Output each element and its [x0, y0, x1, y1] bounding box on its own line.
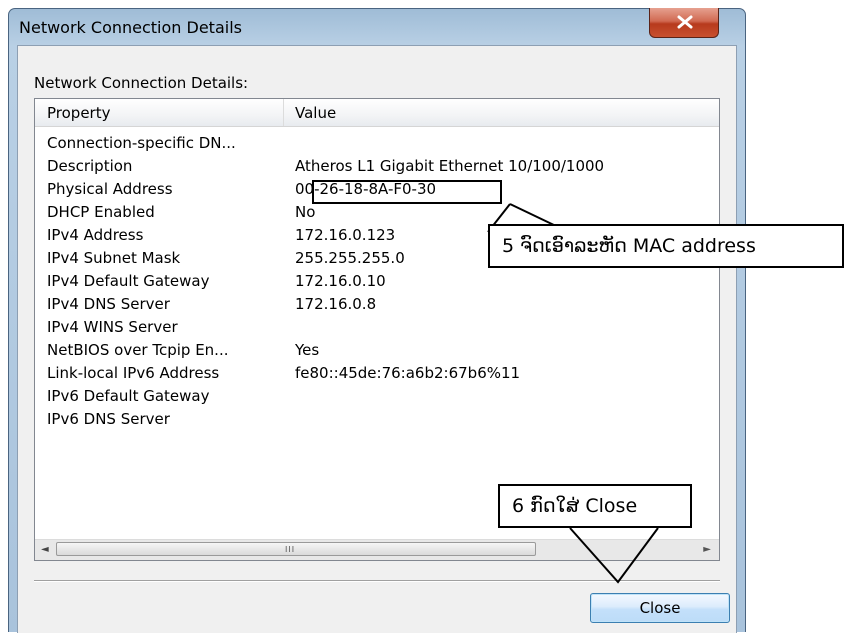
close-icon [677, 15, 693, 29]
close-button[interactable]: Close [590, 593, 730, 623]
property-cell: IPv4 WINS Server [47, 318, 178, 336]
property-cell: Connection-specific DN... [47, 134, 236, 152]
value-cell: Yes [295, 341, 320, 359]
list-header: Property Value [35, 99, 719, 127]
property-cell: DHCP Enabled [47, 203, 155, 221]
separator [34, 580, 720, 582]
list-item[interactable]: Description Atheros L1 Gigabit Ethernet 1… [35, 155, 719, 178]
list-item[interactable]: IPv6 DNS Server [35, 408, 719, 431]
list-item[interactable]: IPv4 DNS Server 172.16.0.8 [35, 293, 719, 316]
scroll-right-icon[interactable]: ► [703, 544, 711, 555]
dialog-body: Network Connection Details: Property Val… [17, 45, 737, 633]
property-cell: IPv4 Default Gateway [47, 272, 210, 290]
mac-highlight-box [312, 180, 502, 204]
value-cell: No [295, 203, 316, 221]
list-item[interactable]: IPv6 Default Gateway [35, 385, 719, 408]
property-cell: IPv4 DNS Server [47, 295, 170, 313]
value-cell: 172.16.0.10 [295, 272, 386, 290]
list-item[interactable]: DHCP Enabled No [35, 201, 719, 224]
annotation-step6: 6 ກົດໃສ່ Close [498, 484, 692, 528]
list-rows: Connection-specific DN... Description Athe… [35, 132, 719, 431]
window-close-button[interactable] [649, 8, 719, 38]
list-item[interactable]: IPv4 WINS Server [35, 316, 719, 339]
scroll-grip-icon: III [285, 545, 296, 554]
scroll-left-icon[interactable]: ◄ [41, 544, 49, 555]
list-item[interactable]: NetBIOS over Tcpip En... Yes [35, 339, 719, 362]
value-cell: 172.16.0.8 [295, 295, 377, 313]
scroll-thumb[interactable]: III [56, 542, 536, 556]
property-cell: Description [47, 157, 133, 175]
property-cell: IPv6 Default Gateway [47, 387, 210, 405]
column-header-property[interactable]: Property [35, 99, 284, 126]
horizontal-scrollbar[interactable]: ◄ III ► [35, 539, 719, 560]
annotation-step5: 5 ຈົດເອົາລະຫັດ MAC address [488, 224, 844, 268]
value-cell: fe80::45de:76:a6b2:67b6%11 [295, 364, 521, 382]
property-cell: IPv6 DNS Server [47, 410, 170, 428]
value-cell: Atheros L1 Gigabit Ethernet 10/100/1000 [295, 157, 605, 175]
property-cell: NetBIOS over Tcpip En... [47, 341, 229, 359]
list-item[interactable]: IPv4 Default Gateway 172.16.0.10 [35, 270, 719, 293]
column-header-value[interactable]: Value [284, 99, 719, 126]
window-title: Network Connection Details [19, 18, 242, 37]
property-cell: IPv4 Address [47, 226, 144, 244]
list-item[interactable]: Link-local IPv6 Address fe80::45de:76:a6b… [35, 362, 719, 385]
title-bar[interactable]: Network Connection Details [9, 9, 745, 45]
property-cell: Physical Address [47, 180, 173, 198]
dialog-window: Network Connection Details Network Conne… [8, 8, 746, 633]
property-cell: IPv4 Subnet Mask [47, 249, 181, 267]
list-item[interactable]: Connection-specific DN... [35, 132, 719, 155]
section-label: Network Connection Details: [34, 74, 249, 92]
property-cell: Link-local IPv6 Address [47, 364, 220, 382]
